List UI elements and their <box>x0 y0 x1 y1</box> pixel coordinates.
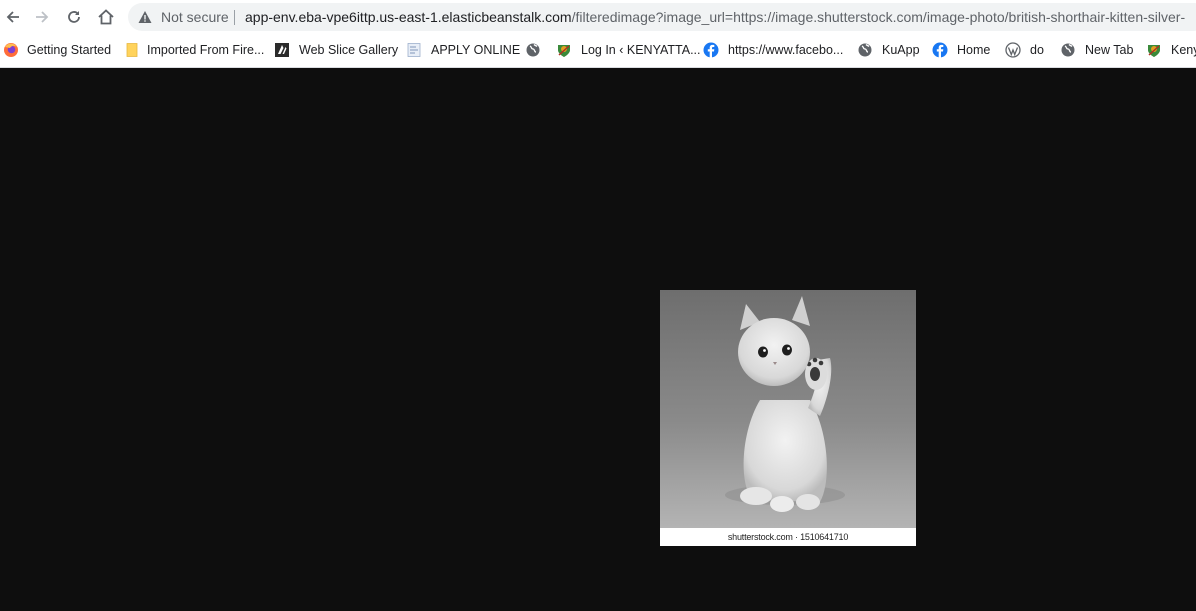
globe-icon <box>858 43 872 57</box>
bookmark-log-in-kenyatta[interactable]: Log In ‹ KENYATTA... <box>556 41 700 59</box>
bookmark-imported-folder[interactable]: Imported From Fire... <box>124 41 264 59</box>
bookmark-label: Getting Started <box>27 43 112 57</box>
bookmark-web-slice-gallery[interactable]: Web Slice Gallery <box>274 41 398 59</box>
reload-icon <box>68 11 80 23</box>
bookmark-kuapp[interactable]: KuApp <box>857 41 920 59</box>
filtered-image[interactable]: shutterstock.com · 1510641710 <box>660 290 916 546</box>
security-status[interactable]: Not secure <box>161 9 229 25</box>
address-bar[interactable]: Not secure app-env.eba-vpe6ittp.us-east-… <box>128 3 1196 31</box>
crest-icon <box>1148 45 1160 57</box>
crest-icon <box>558 45 570 57</box>
bookmark-apply-online[interactable]: APPLY ONLINE <box>406 41 520 59</box>
omnibox-divider <box>234 10 235 25</box>
forward-button[interactable] <box>29 4 55 30</box>
facebook-icon <box>932 42 948 58</box>
kitten-photo <box>660 290 916 528</box>
bookmark-facebook-url[interactable]: https://www.facebo... <box>703 41 843 59</box>
bookmark-label: do <box>1030 43 1044 57</box>
bookmarks-bar: Getting Started Imported From Fire... We… <box>0 34 1196 68</box>
page-content: shutterstock.com · 1510641710 <box>0 68 1196 611</box>
back-button[interactable] <box>0 4 26 30</box>
globe-icon <box>1061 43 1075 57</box>
bookmark-label: APPLY ONLINE <box>431 43 521 57</box>
bookmark-getting-started[interactable]: Getting Started <box>3 41 111 59</box>
bookmark-label: Imported From Fire... <box>147 43 265 57</box>
bookmark-globe[interactable] <box>525 41 541 59</box>
bookmark-label: Log In ‹ KENYATTA... <box>581 43 701 57</box>
bookmark-keny[interactable]: Keny <box>1146 41 1196 59</box>
url-path: /filteredimage?image_url=https://image.s… <box>571 9 1186 25</box>
url-text[interactable]: app-env.eba-vpe6ittp.us-east-1.elasticbe… <box>245 9 1185 25</box>
arrow-left-icon <box>6 11 19 23</box>
page-icon <box>407 43 421 57</box>
folder-icon <box>126 43 138 57</box>
facebook-icon <box>703 42 719 58</box>
bookmark-do[interactable]: do <box>1005 41 1044 59</box>
globe-icon <box>526 43 540 57</box>
bookmark-label: Home <box>957 43 991 57</box>
home-button[interactable] <box>93 4 119 30</box>
bookmark-new-tab[interactable]: New Tab <box>1060 41 1133 59</box>
reload-button[interactable] <box>61 4 87 30</box>
bookmark-label: New Tab <box>1085 43 1134 57</box>
bookmark-label: KuApp <box>882 43 920 57</box>
firefox-icon <box>4 43 18 57</box>
bookmark-label: https://www.facebo... <box>728 43 844 57</box>
url-host: app-env.eba-vpe6ittp.us-east-1.elasticbe… <box>245 9 572 25</box>
web-slice-icon <box>275 43 289 57</box>
bookmark-label: Keny <box>1171 43 1196 57</box>
bookmark-home[interactable]: Home <box>932 41 990 59</box>
home-icon <box>98 9 114 25</box>
wordpress-icon <box>1005 42 1021 58</box>
bookmark-label: Web Slice Gallery <box>299 43 399 57</box>
arrow-right-icon <box>36 11 49 23</box>
browser-toolbar: Not secure app-env.eba-vpe6ittp.us-east-… <box>0 0 1196 34</box>
warning-icon <box>138 11 152 23</box>
image-caption: shutterstock.com · 1510641710 <box>727 532 849 542</box>
